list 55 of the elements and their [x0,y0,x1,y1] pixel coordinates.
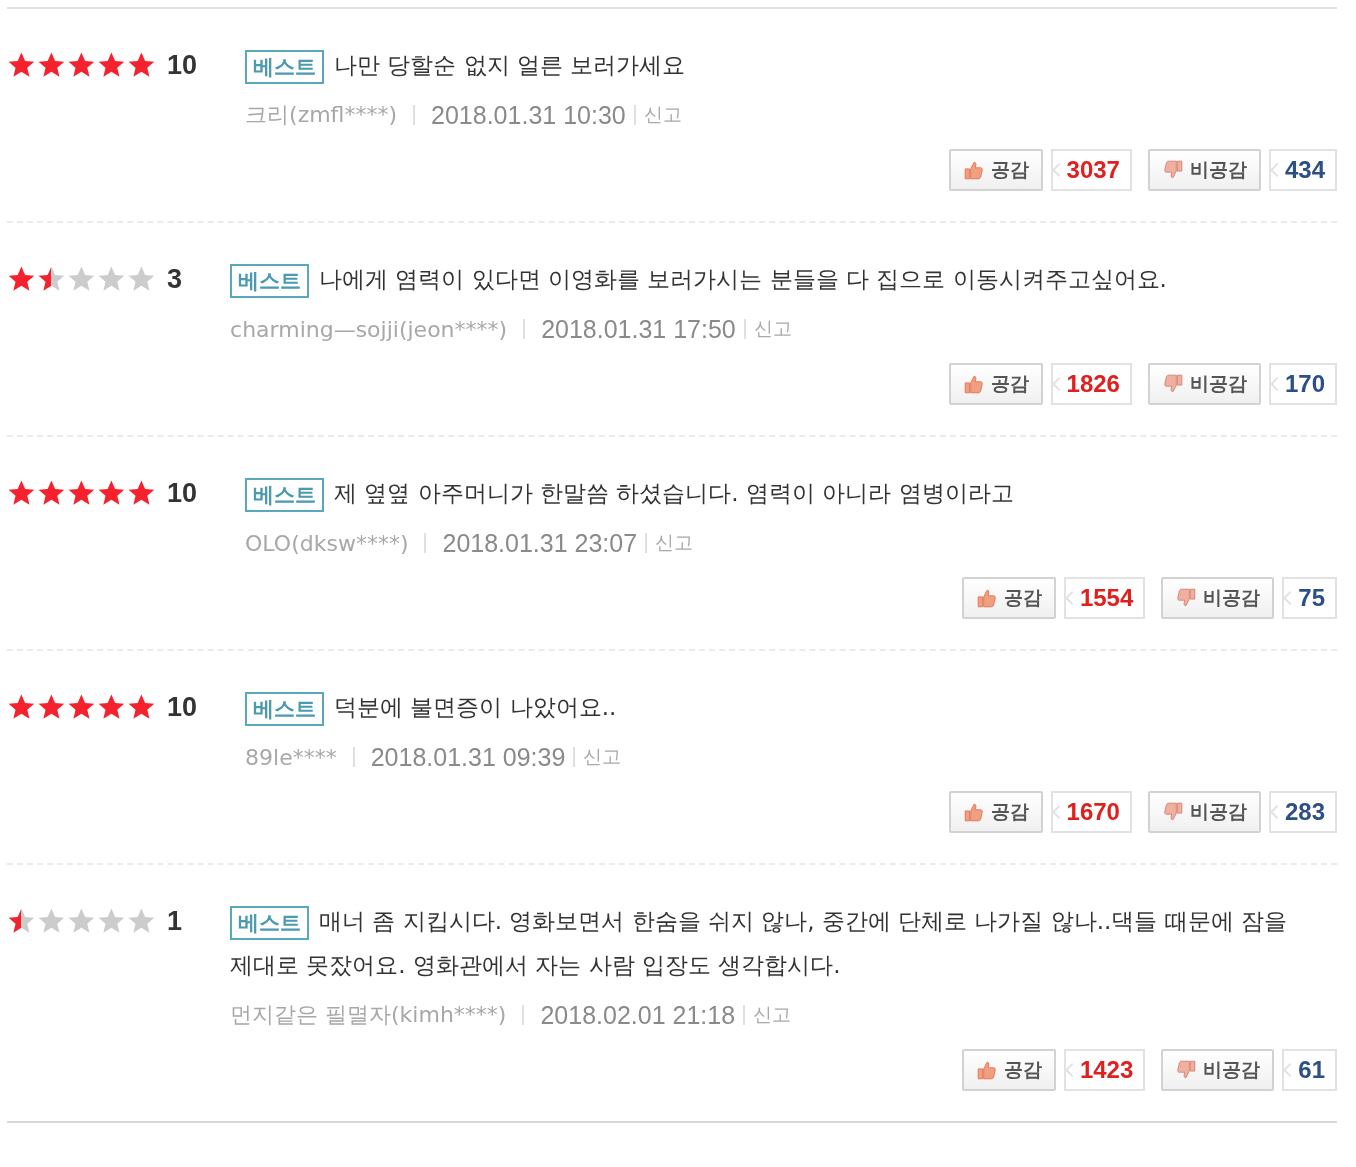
like-button[interactable]: 공감 [948,791,1043,833]
review-text: 베스트 매너 좀 지킵시다. 영화보면서 한숨을 쉬지 않나, 중간에 단체로 나가질 않나..댁들 때문에 잠을 제대로 못잤어요. 영화관에서 자는 사람 입장도 생각합시다. [230,899,1291,987]
thumbs-up-icon [962,801,985,823]
dislike-count: 283 [1268,791,1337,833]
like-count: 1826 [1050,363,1132,405]
thumbs-down-icon [1175,1059,1198,1081]
best-badge: 베스트 [245,691,325,726]
review-text: 베스트 나만 당할순 없지 얼른 보러가세요 [245,43,1306,87]
best-badge: 베스트 [245,477,325,512]
author-name: 먼지같은 필멸자(kimh****) [230,1001,507,1029]
review-text: 베스트 나에게 염력이 있다면 이영화를 보러가시는 분들을 다 집으로 이동시켜주고싶어요. [230,257,1291,301]
thumbs-up-icon [962,373,985,395]
review-date: 2018.02.01 21:18 [540,1000,736,1030]
author-name: charming—sojji(jeon****) [230,316,508,342]
thumbs-up-icon [975,587,998,609]
score: 3 [167,263,183,295]
review-date: 2018.01.31 23:07 [442,528,638,558]
author-name: 크리(zmfl****) [245,101,398,129]
author-name: OLO(dksw****) [245,530,409,556]
score: 10 [167,49,198,81]
like-count: 1554 [1063,577,1146,619]
thumbs-up-icon [975,1059,998,1081]
review-date: 2018.01.31 10:30 [431,100,626,130]
like-button[interactable]: 공감 [961,1049,1056,1091]
author-name: 89le**** [245,744,337,770]
score: 10 [167,691,198,723]
dislike-button[interactable]: 비공감 [1161,577,1275,619]
dislike-button[interactable]: 비공감 [1147,149,1261,191]
review-date: 2018.01.31 09:39 [370,742,566,772]
best-badge: 베스트 [230,263,310,298]
dislike-count: 434 [1268,149,1337,191]
like-button[interactable]: 공감 [948,363,1043,405]
review-date: 2018.01.31 17:50 [541,314,736,344]
thumbs-down-icon [1161,801,1184,823]
score: 1 [167,905,183,937]
review-text: 베스트 제 옆옆 아주머니가 한말씀 하셨습니다. 염력이 아니라 염병이라고 [245,471,1306,515]
thumbs-down-icon [1175,587,1198,609]
dislike-count: 170 [1268,363,1337,405]
like-button[interactable]: 공감 [948,149,1043,191]
score: 10 [167,477,198,509]
thumbs-down-icon [1161,159,1184,181]
like-count: 1670 [1050,791,1132,833]
best-badge: 베스트 [230,905,310,940]
like-button[interactable]: 공감 [961,577,1056,619]
dislike-button[interactable]: 비공감 [1147,363,1261,405]
like-count: 1423 [1063,1049,1146,1091]
dislike-button[interactable]: 비공감 [1147,791,1261,833]
dislike-count: 61 [1282,1049,1337,1091]
thumbs-down-icon [1161,373,1184,395]
dislike-count: 75 [1282,577,1337,619]
thumbs-up-icon [962,159,985,181]
review-text: 베스트 덕분에 불면증이 나았어요.. [245,685,1306,729]
best-badge: 베스트 [245,49,325,84]
like-count: 3037 [1050,149,1132,191]
dislike-button[interactable]: 비공감 [1161,1049,1275,1091]
